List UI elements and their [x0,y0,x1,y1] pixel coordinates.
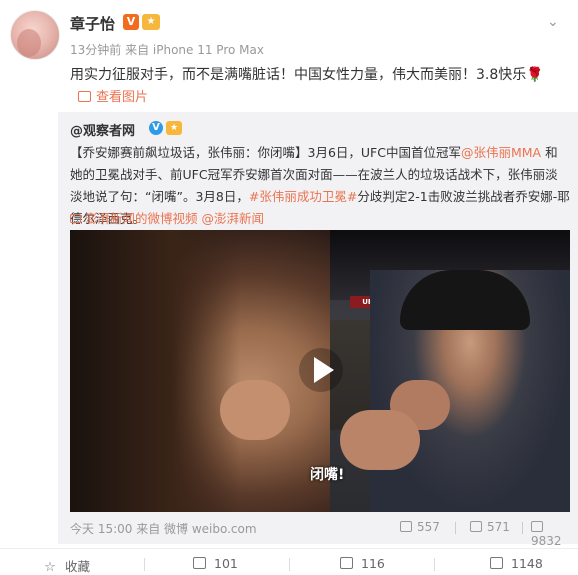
thumbs-up-icon [531,521,543,532]
divider [455,522,456,534]
favorite-label: 收藏 [65,559,91,574]
video-fist [340,410,420,470]
quoted-time: 今天 15:00 来自 微博 weibo.com [70,522,257,536]
star-icon: ☆ [44,560,56,575]
video-subtitle: 闭嘴! [310,467,345,483]
post-text-body: 用实力征服对手，而不是满嘴脏话！中国女性力量，伟大而美丽！3.8快乐 [70,67,527,83]
video-source-link[interactable]: 澎湃新闻的微博视频 @澎湃新闻 [70,208,264,227]
repost-icon [400,521,412,532]
comment-count: 116 [361,556,385,571]
quoted-comment-button[interactable]: 571 [470,520,510,534]
avatar-image [17,29,41,57]
verified-badge-icon: V [123,14,139,30]
post-meta: 13分钟前 来自 iPhone 11 Pro Max [70,43,264,57]
repost-count: 101 [214,556,238,571]
hashtag-link[interactable]: #张伟丽成功卫冕# [249,189,357,204]
comment-button[interactable]: 116 [340,556,385,571]
repost-button[interactable]: 101 [193,556,238,571]
see-picture-label: 查看图片 [96,90,149,105]
action-bar: ☆ 收藏 101 116 1148 [0,548,578,575]
avatar[interactable] [10,10,60,60]
chevron-down-icon[interactable]: ⌄ [547,14,559,30]
play-button[interactable] [299,348,343,392]
video-icon [70,214,81,223]
quoted-comment-count: 571 [487,520,510,534]
like-button[interactable]: 1148 [490,556,543,571]
divider [144,558,145,571]
quoted-text-part1: 【乔安娜赛前飙垃圾话，张伟丽：你闭嘴】3月6日，UFC中国首位冠军 [70,145,461,160]
see-picture-link[interactable]: 查看图片 [78,86,148,105]
quoted-like-button[interactable]: 9832 [531,520,570,548]
quoted-author[interactable]: @观察者网 [70,120,135,139]
rose-emoji-icon: 🌹 [526,67,544,83]
member-level-icon: ★ [166,121,182,135]
post-text: 用实力征服对手，而不是满嘴脏话！中国女性力量，伟大而美丽！3.8快乐🌹 [70,64,544,84]
verified-badge-blue-icon: V [149,121,163,135]
comment-icon [340,557,353,569]
post-header: 章子怡 V ★ 13分钟前 来自 iPhone 11 Pro Max ⌄ [0,0,578,62]
divider [434,558,435,571]
play-icon [314,357,334,383]
comment-icon [470,521,482,532]
divider [289,558,290,571]
picture-icon [78,91,91,102]
thumbs-up-icon [490,557,503,569]
repost-icon [193,557,206,569]
mention-link[interactable]: @张伟丽MMA [461,145,541,160]
favorite-button[interactable]: ☆ 收藏 [43,556,90,575]
username[interactable]: 章子怡 [70,13,115,34]
video-player[interactable]: UFC UFC UFC 闭嘴! [70,230,570,512]
quoted-like-count: 9832 [531,534,562,548]
quoted-footer: 今天 15:00 来自 微博 weibo.com 557 571 9832 [70,520,570,548]
video-left-hair [70,230,240,512]
divider [522,522,523,534]
member-level-icon: ★ [142,14,160,30]
video-source-label: 澎湃新闻的微博视频 @澎湃新闻 [85,211,264,226]
quoted-repost-button[interactable]: 557 [400,520,440,534]
quoted-post[interactable]: @观察者网 V ★ 【乔安娜赛前飙垃圾话，张伟丽：你闭嘴】3月6日，UFC中国首… [58,112,578,548]
video-fist [220,380,290,440]
quoted-repost-count: 557 [417,520,440,534]
like-count: 1148 [511,556,543,571]
